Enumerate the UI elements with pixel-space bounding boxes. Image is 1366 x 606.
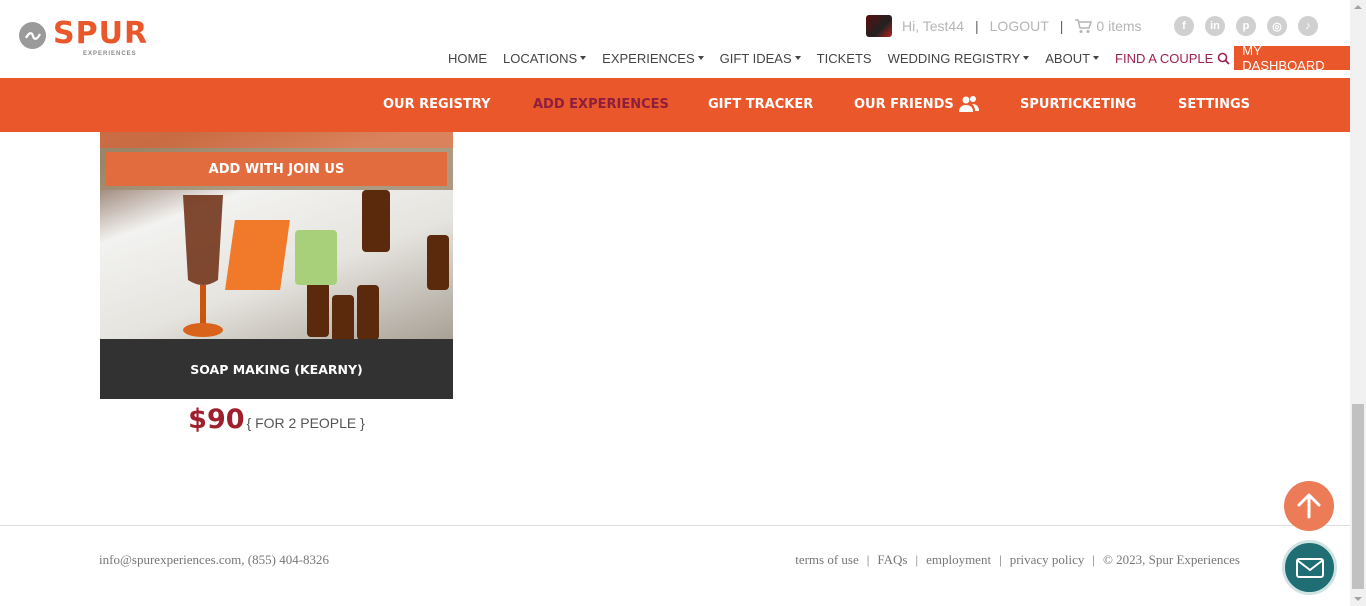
spur-logo[interactable]: SPUR EXPERIENCES	[19, 16, 149, 57]
footer-faqs-link[interactable]: FAQs	[877, 552, 907, 568]
caret-down-icon	[697, 56, 704, 60]
nav-home[interactable]: HOME	[448, 46, 487, 70]
site-header: SPUR EXPERIENCES Hi, Test44 | LOGOUT | 0…	[0, 0, 1350, 78]
nav-wedding-registry[interactable]: WEDDING REGISTRY	[888, 46, 1030, 70]
my-dashboard-button[interactable]: MY DASHBOARD	[1234, 43, 1350, 73]
footer-terms-link[interactable]: terms of use	[795, 552, 859, 568]
bottle-shape	[307, 282, 329, 337]
footer-employment-link[interactable]: employment	[926, 552, 991, 568]
scroll-up-arrow-icon[interactable]	[1354, 5, 1362, 9]
arrow-up-icon	[1297, 493, 1321, 519]
logo-mark-icon	[19, 22, 46, 49]
envelope-icon	[1295, 557, 1324, 578]
bottle-shape	[427, 235, 449, 290]
experience-title[interactable]: SOAP MAKING (KEARNY)	[100, 339, 453, 399]
price-row: $90 { FOR 2 PEOPLE }	[100, 404, 453, 435]
pinterest-icon[interactable]: p	[1236, 16, 1256, 36]
user-greeting[interactable]: Hi, Test44	[902, 18, 964, 34]
cart-count: 0 items	[1096, 18, 1142, 34]
avatar[interactable]	[866, 15, 892, 37]
green-cup-shape	[295, 230, 337, 285]
divider: |	[1092, 552, 1096, 567]
footer-links: terms of use | FAQs | employment | priva…	[795, 552, 1240, 568]
site-footer: info@spurexperiences.com, (855) 404-8326…	[0, 525, 1350, 606]
subnav-our-registry[interactable]: OUR REGISTRY	[383, 97, 491, 112]
subnav-add-experiences[interactable]: ADD EXPERIENCES	[533, 97, 669, 112]
facebook-icon[interactable]: f	[1174, 16, 1194, 36]
footer-privacy-link[interactable]: privacy policy	[1010, 552, 1085, 568]
linkedin-icon[interactable]: in	[1205, 16, 1225, 36]
nav-label: FIND A COUPLE	[1115, 50, 1214, 66]
page-scrollbar[interactable]	[1350, 0, 1366, 606]
nav-tickets[interactable]: TICKETS	[817, 46, 872, 70]
find-couple-link[interactable]: FIND A COUPLE	[1115, 46, 1230, 70]
caret-down-icon	[580, 56, 587, 60]
user-bar: Hi, Test44 | LOGOUT | 0 items	[866, 15, 1142, 37]
wine-glass-shape	[178, 190, 228, 340]
subnav-settings[interactable]: SETTINGS	[1178, 97, 1250, 112]
soap-mold-shape	[225, 220, 290, 290]
social-links: f in p ◎ ♪	[1174, 16, 1318, 36]
footer-contact[interactable]: info@spurexperiences.com, (855) 404-8326	[99, 552, 329, 568]
scrollbar-thumb[interactable]	[1352, 404, 1364, 589]
nav-label: ABOUT	[1045, 50, 1091, 66]
subnav-spurticketing[interactable]: SPURTICKETING	[1020, 97, 1136, 112]
footer-copyright: © 2023, Spur Experiences	[1103, 552, 1240, 567]
cart-icon	[1075, 19, 1093, 33]
caret-down-icon	[1093, 56, 1100, 60]
price-note: { FOR 2 PEOPLE }	[246, 415, 365, 431]
divider: |	[915, 552, 919, 567]
scroll-to-top-button[interactable]	[1284, 481, 1334, 531]
caret-down-icon	[794, 56, 801, 60]
main-nav: HOME LOCATIONS EXPERIENCES GIFT IDEAS TI…	[448, 43, 1350, 73]
logo-subtitle: EXPERIENCES	[83, 51, 137, 57]
logout-link[interactable]: LOGOUT	[990, 18, 1049, 34]
nav-label: GIFT IDEAS	[719, 50, 792, 66]
subnav-gift-tracker[interactable]: GIFT TRACKER	[708, 97, 813, 112]
bottle-shape	[332, 295, 354, 343]
nav-locations[interactable]: LOCATIONS	[503, 46, 587, 70]
divider: |	[1059, 18, 1064, 34]
registry-subnav: OUR REGISTRY ADD EXPERIENCES GIFT TRACKE…	[0, 78, 1350, 132]
divider: |	[975, 18, 979, 34]
bottle-shape	[362, 190, 390, 252]
instagram-icon[interactable]: ◎	[1267, 16, 1287, 36]
bottle-shape	[357, 285, 379, 340]
nav-experiences[interactable]: EXPERIENCES	[602, 46, 704, 70]
divider: |	[866, 552, 870, 567]
subnav-label: OUR FRIENDS	[854, 96, 954, 112]
nav-label: LOCATIONS	[503, 50, 578, 66]
cart-link[interactable]: 0 items	[1074, 18, 1142, 34]
tiktok-icon[interactable]: ♪	[1298, 16, 1318, 36]
experience-price: $90	[188, 404, 245, 435]
nav-label: EXPERIENCES	[602, 50, 695, 66]
divider: |	[999, 552, 1002, 567]
friends-icon	[958, 96, 979, 112]
scroll-down-arrow-icon[interactable]	[1354, 597, 1362, 601]
nav-gift-ideas[interactable]: GIFT IDEAS	[720, 46, 801, 70]
logo-wordmark: SPUR	[53, 16, 149, 51]
search-icon	[1217, 52, 1230, 65]
nav-about[interactable]: ABOUT	[1045, 46, 1100, 70]
add-with-join-us-button[interactable]: ADD WITH JOIN US	[106, 152, 447, 186]
subnav-our-friends[interactable]: OUR FRIENDS	[854, 95, 979, 113]
chat-button[interactable]	[1282, 540, 1337, 595]
caret-down-icon	[1023, 56, 1030, 60]
nav-label: WEDDING REGISTRY	[887, 50, 1021, 66]
